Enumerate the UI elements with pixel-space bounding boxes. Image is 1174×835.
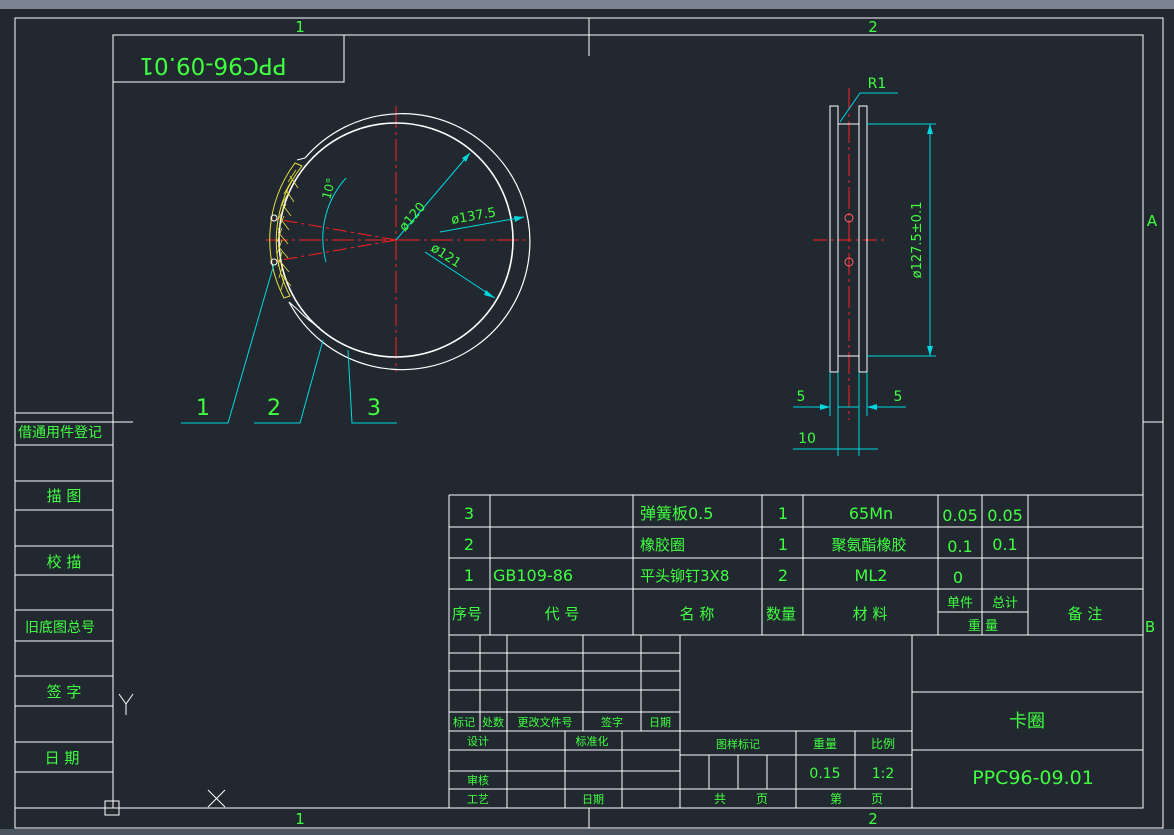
bom-row3-no: 3 xyxy=(464,504,474,523)
value-weight: 0.15 xyxy=(809,766,840,782)
bom-row3-name: 弹簧板0.5 xyxy=(640,504,713,523)
dim-text-r1: R1 xyxy=(868,76,887,92)
dim-text-d1275: ø127.5±0.1 xyxy=(910,202,925,279)
dim-text-d120: ø120 xyxy=(397,200,430,235)
side-item-check-trace: 校 描 xyxy=(47,553,82,571)
zone-right-a: A xyxy=(1147,212,1158,230)
mirror-code-box: PPC96-09.01 xyxy=(113,35,345,83)
rev-header-date: 日期 xyxy=(649,716,671,729)
dim-text-five-left: 5 xyxy=(797,389,806,405)
drawing-number: PPC96-09.01 xyxy=(972,767,1094,789)
zone-right-b: B xyxy=(1145,618,1155,636)
callout-1: 1 xyxy=(196,396,210,421)
callout-3: 3 xyxy=(367,396,381,421)
mirror-code-text: PPC96-09.01 xyxy=(139,52,286,78)
callout-leader-2 xyxy=(254,339,324,424)
rev-header-mark: 标记 xyxy=(453,715,475,729)
side-item-register: 借通用件登记 xyxy=(18,425,102,441)
zone-top-1: 1 xyxy=(295,18,305,36)
bom-row1-material: ML2 xyxy=(855,566,888,585)
side-plate-right xyxy=(858,105,868,373)
label-design: 设计 xyxy=(467,735,489,748)
bom-row2-unit-weight: 0.1 xyxy=(947,537,972,556)
label-date: 日期 xyxy=(582,793,604,806)
bom-row2-total-weight: 0.1 xyxy=(992,535,1017,554)
side-item-date: 日 期 xyxy=(45,749,80,767)
bom-row1-name: 平头铆钉3X8 xyxy=(640,567,729,585)
rev-header-count: 处数 xyxy=(482,716,504,729)
label-sheet: 第 xyxy=(830,792,842,806)
label-standard: 标准化 xyxy=(576,734,609,748)
label-total: 共 xyxy=(714,792,726,806)
bom-row3-qty: 1 xyxy=(778,504,788,523)
side-view: ø127.5±0.1 R1 5 5 10 xyxy=(793,76,936,456)
side-column: 借通用件登记 描 图 校 描 旧底图总号 签 字 日 期 xyxy=(14,412,114,809)
bom-rows: 3 弹簧板0.5 1 65Mn 0.05 0.05 2 橡胶圈 1 聚氨酯橡胶 … xyxy=(452,504,1102,634)
bom-row1-no: 1 xyxy=(464,566,474,585)
bom-header-unit: 单件 xyxy=(947,596,973,611)
dim-text-five-right: 5 xyxy=(894,389,903,405)
label-pattern-mark: 图样标记 xyxy=(716,737,760,751)
label-page-sheet: 页 xyxy=(871,792,883,806)
bom-header-qty: 数量 xyxy=(766,605,796,623)
zone-bottom-1: 1 xyxy=(295,810,305,828)
side-plate-left xyxy=(829,105,839,373)
bom-row1-qty: 2 xyxy=(778,566,788,585)
label-review: 审核 xyxy=(467,773,489,787)
dim-text-ten: 10 xyxy=(798,431,816,447)
bom-row2-material: 聚氨酯橡胶 xyxy=(831,536,906,554)
rev-header-file: 更改文件号 xyxy=(518,715,573,729)
cad-drawing-canvas[interactable]: 1 2 1 2 A B PPC96-09.01 借通用件登记 描 图 校 描 旧… xyxy=(0,0,1174,835)
bom-header-note: 备 注 xyxy=(1068,605,1103,623)
title-block-text: 标记 处数 更改文件号 签字 日期 设计 标准化 审核 工艺 日期 图样标记 重… xyxy=(453,711,1094,806)
dim-text-d1375: ø137.5 xyxy=(450,205,497,228)
bom-row2-name: 橡胶圈 xyxy=(640,536,685,554)
callout-leader-1 xyxy=(181,263,275,424)
value-scale: 1:2 xyxy=(872,766,895,782)
bom-header-total: 总计 xyxy=(992,596,1018,611)
rev-header-sign: 签字 xyxy=(601,715,623,729)
label-process: 工艺 xyxy=(467,793,489,806)
dim-text-angle: 10° xyxy=(319,177,338,201)
side-item-trace: 描 图 xyxy=(47,487,82,505)
bom-row3-material: 65Mn xyxy=(849,504,893,523)
dim-text-d121: ø121 xyxy=(428,241,464,271)
zone-bottom-2: 2 xyxy=(868,810,878,828)
bom-row2-qty: 1 xyxy=(778,535,788,554)
bom-header-name: 名 称 xyxy=(680,605,715,623)
bom-header-weight: 重 量 xyxy=(968,618,998,634)
bom-row3-total-weight: 0.05 xyxy=(987,506,1023,525)
bom-header-code: 代 号 xyxy=(545,605,580,623)
callout-2: 2 xyxy=(267,396,281,421)
bom-row1-code: GB109-86 xyxy=(493,566,573,585)
bom-row1-unit-weight: 0 xyxy=(953,568,963,587)
bom-header-material: 材 料 xyxy=(853,605,888,623)
zone-top-2: 2 xyxy=(868,18,878,36)
bom-row2-no: 2 xyxy=(464,535,474,554)
ucs-icon xyxy=(104,693,226,816)
side-item-sign: 签 字 xyxy=(47,683,82,701)
label-page-total: 页 xyxy=(756,792,768,806)
label-scale: 比例 xyxy=(871,737,895,751)
bom-header-no: 序号 xyxy=(452,605,482,623)
side-item-old-number: 旧底图总号 xyxy=(25,620,95,636)
outer-arc xyxy=(288,113,531,371)
bom-row3-unit-weight: 0.05 xyxy=(942,506,978,525)
label-weight: 重量 xyxy=(813,737,837,751)
part-name: 卡圈 xyxy=(1009,711,1045,732)
front-view: ø120 ø137.5 ø121 10° 1 2 3 xyxy=(181,106,531,424)
